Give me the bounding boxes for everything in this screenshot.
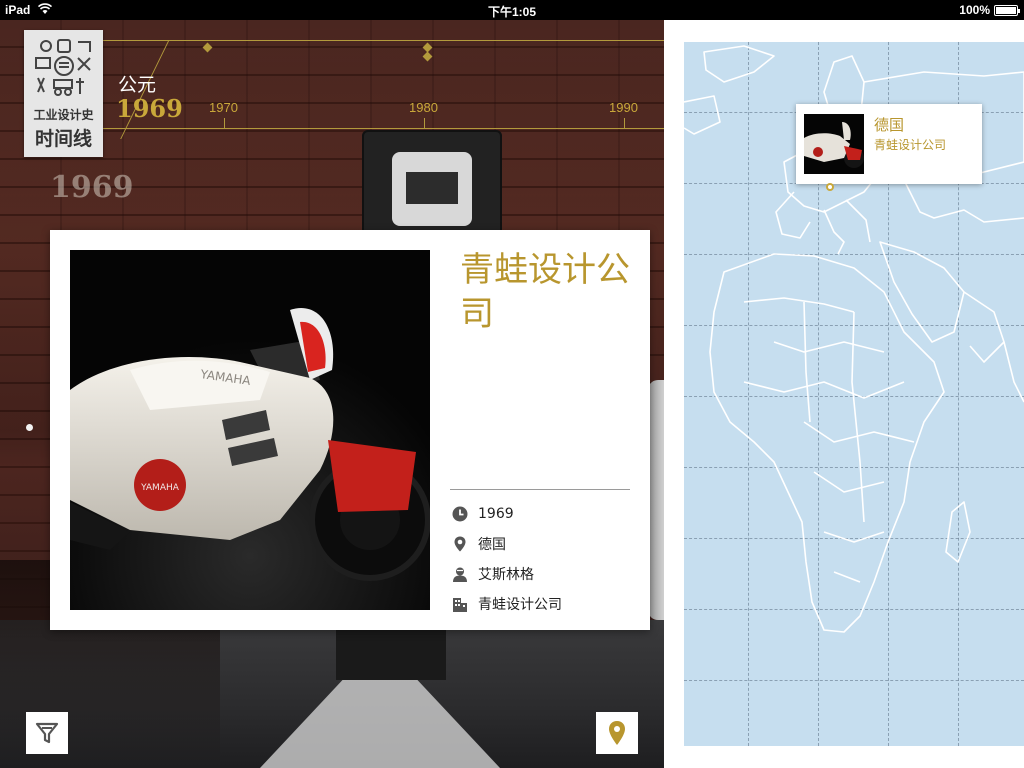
timeline-tick-label[interactable]: 1980	[409, 100, 438, 115]
info-year: 1969	[478, 506, 514, 522]
yamaha-badge-text: YAMAHA	[140, 483, 180, 493]
map-location-button[interactable]	[596, 712, 638, 754]
motorcycle-illustration: YAMAHA YAMAHA	[70, 250, 430, 610]
kiosk-display-panel	[406, 172, 458, 204]
kiosk-base	[336, 630, 446, 680]
popup-company: 青蛙设计公司	[874, 138, 947, 152]
battery-percent: 100%	[959, 3, 990, 17]
page-indicator-dot	[26, 424, 33, 431]
design-objects-icon	[35, 39, 91, 96]
timeline-bottom-line	[24, 128, 664, 129]
map-popup-card[interactable]: 德国 青蛙设计公司	[796, 104, 982, 184]
motorcycle-thumbnail	[804, 114, 864, 174]
logo-subtitle: 时间线	[34, 128, 92, 150]
info-country: 德国	[478, 537, 506, 553]
car-edge	[648, 380, 664, 620]
timeline-tick-label[interactable]: 1970	[209, 100, 238, 115]
location-pin-icon	[454, 536, 466, 552]
app-screen: iPad 下午1:05 100% 工业设计史 时间线 公元 1969 1970 …	[0, 0, 1024, 768]
kiosk-screen	[392, 152, 472, 226]
era-label: 公元	[118, 74, 157, 96]
timeline-marker[interactable]	[202, 42, 213, 53]
info-country-row: 德国	[452, 533, 506, 555]
status-bar: iPad 下午1:05 100%	[0, 0, 1024, 20]
info-designer: 艾斯林格	[478, 567, 534, 583]
battery-icon	[994, 5, 1020, 16]
info-company-row: 青蛙设计公司	[452, 593, 562, 615]
timeline-tick	[424, 118, 425, 128]
timeline-tick	[224, 118, 225, 128]
logo-title: 工业设计史	[33, 108, 94, 122]
timeline-bar[interactable]: 工业设计史 时间线 公元 1969 1970 1980 1990	[0, 20, 664, 157]
info-company: 青蛙设计公司	[478, 597, 562, 613]
app-logo[interactable]: 工业设计史 时间线	[24, 30, 103, 157]
current-year: 1969	[116, 94, 183, 123]
card-title: 青蛙设计公司	[460, 250, 630, 334]
filter-button[interactable]	[26, 712, 68, 754]
clock-icon	[452, 506, 468, 522]
designer-person-icon	[453, 567, 467, 582]
info-year-row: 1969	[452, 503, 514, 525]
map-location-marker[interactable]	[826, 183, 834, 191]
timeline-top-line	[24, 40, 664, 41]
timeline-marker[interactable]	[422, 51, 433, 62]
status-time: 下午1:05	[487, 5, 537, 19]
popup-country: 德国	[874, 116, 905, 134]
building-icon	[453, 598, 467, 612]
info-designer-row: 艾斯林格	[452, 563, 534, 585]
timeline-tick	[624, 118, 625, 128]
map-pin-icon	[609, 721, 625, 745]
timeline-tick-label[interactable]: 1990	[609, 100, 638, 115]
card-divider	[450, 489, 630, 490]
filter-icon	[35, 722, 59, 744]
popup-thumbnail	[804, 114, 864, 174]
design-detail-card[interactable]: YAMAHA YAMAHA 青蛙设计公司 1969 德国 艾斯林格 青蛙设计公司	[50, 230, 650, 630]
ghost-year-label: 1969	[50, 170, 134, 205]
motorcycle-photo[interactable]: YAMAHA YAMAHA	[70, 250, 430, 610]
